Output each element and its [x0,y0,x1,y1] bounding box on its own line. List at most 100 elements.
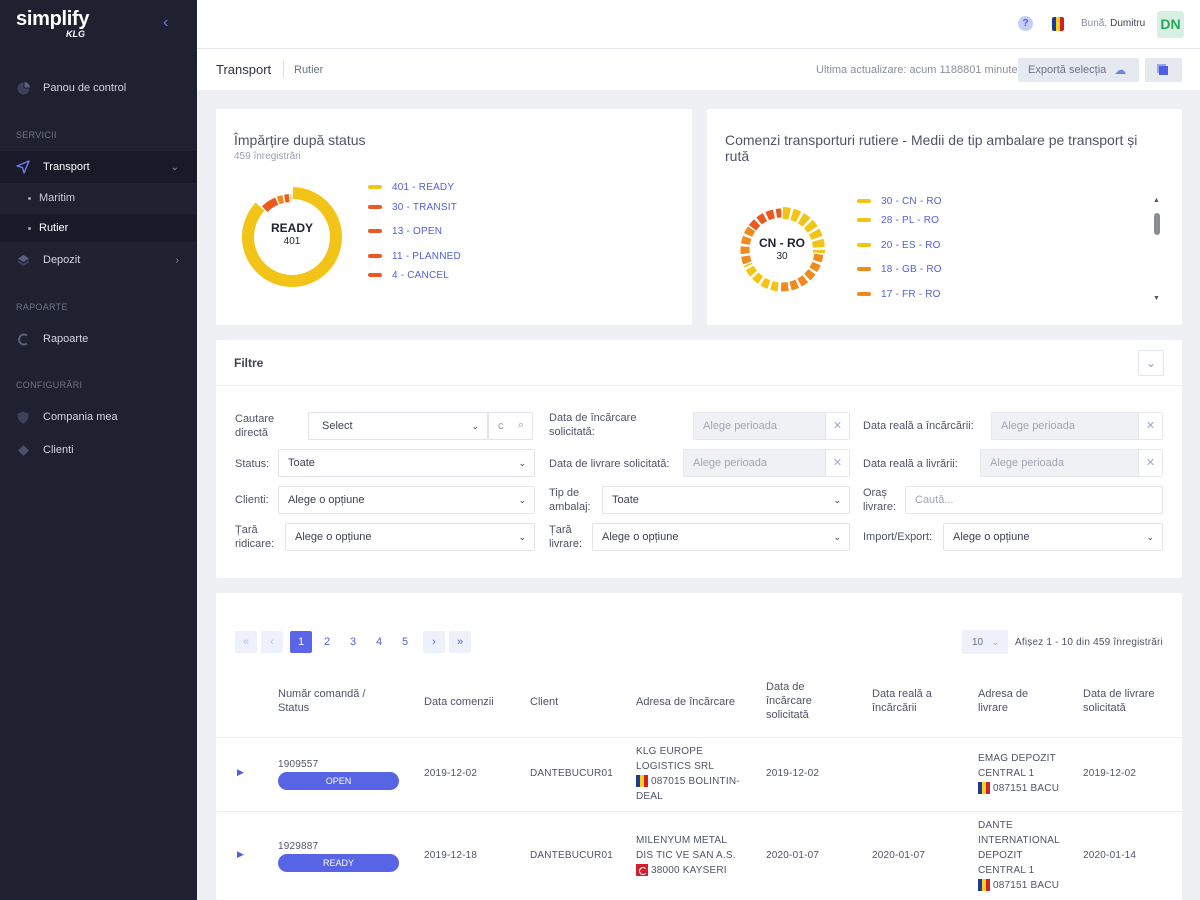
donut-slice-open[interactable] [276,195,285,205]
page-button[interactable]: 2 [316,631,338,653]
clear-icon[interactable]: ✕ [825,413,849,439]
search-icon[interactable]: ⌕ [518,419,524,432]
search-input[interactable]: c ⌕ [488,412,533,440]
legend-swatch [368,254,382,258]
legend-item[interactable]: 4 - CANCEL [368,269,449,281]
prev-page-button[interactable]: ‹ [261,631,283,653]
page-title: Transport [216,62,272,77]
column-header[interactable]: Număr comandă / Status [278,687,378,715]
scroll-thumb[interactable] [1154,213,1160,235]
clear-icon[interactable]: ✕ [1138,450,1162,476]
page-size-select[interactable]: 10 ⌄ [962,630,1008,654]
legend-item[interactable]: 13 - OPEN [368,225,442,237]
order-number[interactable]: 1929887 [278,839,318,854]
status-label: Status: [235,458,270,470]
filters-header: Filtre ⌄ [216,340,1182,386]
legend-item[interactable]: 30 - CN - RO [857,195,942,207]
sidebar-item-dashboard[interactable]: Panou de control [0,72,197,104]
search-label: Cautare directă [235,413,275,439]
column-header[interactable]: Data de încărcare solicitată [766,680,846,722]
package-type-select[interactable]: Toate ⌄ [602,486,850,514]
status-select[interactable]: Toate ⌄ [278,449,535,477]
sidebar-item-depozit[interactable]: Depozit › [0,244,197,276]
legend-item[interactable]: 30 - TRANSIT [368,201,457,213]
legend-item[interactable]: 401 - READY [368,181,454,193]
legend-item[interactable]: 20 - ES - RO [857,239,941,251]
delivery-req-date-field[interactable]: Alege perioada ✕ [683,449,850,477]
select-value: Toate [612,494,639,506]
select-value: Toate [288,457,315,469]
legend-scrollbar[interactable]: ▲ ▼ [1151,197,1163,305]
pickup-country-label: Țară ridicare: [235,524,275,550]
load-real-date: 2020-01-07 [872,850,926,861]
first-page-button[interactable]: « [235,631,257,653]
last-page-button[interactable]: » [449,631,471,653]
load-real-date-field[interactable]: Alege perioada ✕ [991,412,1163,440]
page-button[interactable]: 4 [368,631,390,653]
legend-swatch [368,185,382,189]
page-button[interactable]: 1 [290,631,312,653]
column-header[interactable]: Adresa de livrare [978,687,1048,715]
collapse-sidebar-icon[interactable]: ‹ [163,14,168,32]
legend-item[interactable]: 17 - FR - RO [857,288,941,300]
avatar[interactable]: DN [1157,11,1184,38]
address-name: EMAG DEPOZIT CENTRAL 1 [978,753,1056,779]
column-header[interactable]: Data reală a încărcării [872,687,947,715]
legend-item[interactable]: 18 - GB - RO [857,263,942,275]
help-icon[interactable]: ? [1018,16,1033,31]
export-selection-button[interactable]: Exportă selecția ☁ [1018,58,1139,82]
next-page-button[interactable]: › [423,631,445,653]
delivery-city-input[interactable]: Caută... [905,486,1163,514]
donut-slice-es-ro[interactable] [743,262,779,292]
input-placeholder: Caută... [915,494,954,506]
clients-select[interactable]: Alege o opțiune ⌄ [278,486,535,514]
scroll-up-icon[interactable]: ▲ [1153,197,1160,204]
scroll-down-icon[interactable]: ▼ [1153,295,1160,302]
donut-slice-transit[interactable] [261,197,279,213]
page-button[interactable]: 3 [342,631,364,653]
legend-label: 401 - READY [392,181,455,193]
pickup-country-select[interactable]: Alege o opțiune ⌄ [285,523,535,551]
sidebar-item-rapoarte[interactable]: Rapoarte [0,323,197,355]
clear-icon[interactable]: ✕ [1138,413,1162,439]
brand-sub: KLG [66,29,85,39]
sidebar-item-compania[interactable]: Compania mea [0,401,197,433]
copy-button[interactable] [1145,58,1182,82]
sidebar-item-maritim[interactable]: Maritim [0,184,197,212]
copy-icon [1159,65,1168,75]
romania-flag-icon[interactable] [1052,17,1064,31]
expand-row-icon[interactable]: ▶ [237,849,244,860]
load-req-date-field[interactable]: Alege perioada ✕ [693,412,850,440]
donut-slice-planned[interactable] [284,194,290,203]
column-header[interactable]: Data comenzii [424,695,494,709]
import-export-select[interactable]: Alege o opțiune ⌄ [943,523,1163,551]
legend-label: 13 - OPEN [392,225,443,237]
search-type-select[interactable]: Select ⌄ [308,412,488,440]
date-placeholder: Alege perioada [703,420,778,432]
order-number[interactable]: 1909557 [278,757,318,772]
chevron-down-icon: ⌄ [471,421,479,431]
sidebar-item-clienti[interactable]: Clienti [0,434,197,466]
cube-icon [16,253,30,267]
delivery-real-date-field[interactable]: Alege perioada ✕ [980,449,1163,477]
sidebar-item-transport[interactable]: Transport ⌄ [0,151,197,183]
column-header[interactable]: Data de livrare solicitată [1083,687,1163,715]
logo[interactable]: simplify KLG [16,8,89,39]
legend-swatch [857,218,871,222]
legend-item[interactable]: 11 - PLANNED [368,250,461,262]
column-header[interactable]: Client [530,695,558,709]
expand-row-icon[interactable]: ▶ [237,767,244,778]
sidebar-item-label: Rapoarte [43,333,89,345]
chevron-down-icon[interactable]: ⌄ [1138,350,1164,376]
sidebar-item-rutier[interactable]: Rutier [0,214,197,242]
address-name: MILENYUM METAL DIS TIC VE SAN A.S. [636,835,736,861]
legend-item[interactable]: 28 - PL - RO [857,214,939,226]
delivery-country-select[interactable]: Alege o opțiune ⌄ [592,523,850,551]
delivery-req-date: 2019-12-02 [1083,768,1137,779]
column-header[interactable]: Adresa de încărcare [636,695,735,709]
clear-icon[interactable]: ✕ [825,450,849,476]
breadcrumb[interactable]: Rutier [294,64,323,76]
filters-panel: Filtre ⌄ Cautare directă Select ⌄ c ⌕ Da… [216,340,1182,578]
page-button[interactable]: 5 [394,631,416,653]
donut-slice-fr-ro[interactable] [748,208,782,231]
